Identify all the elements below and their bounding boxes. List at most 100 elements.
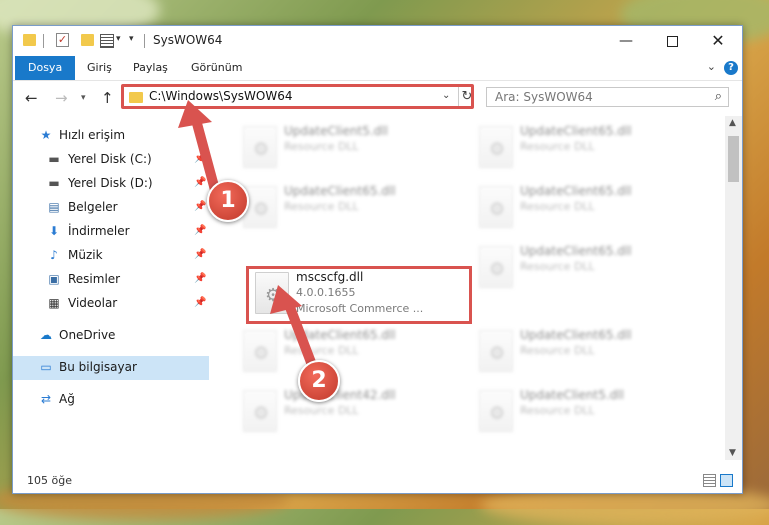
gear-icon: ⚙ — [489, 259, 506, 280]
search-icon[interactable]: ⌕ — [715, 89, 722, 104]
file-name: UpdateClient65.dll — [284, 328, 396, 342]
step-2-marker: 2 — [298, 360, 340, 402]
dropdown-arrow-icon[interactable]: ▾ — [116, 34, 121, 44]
item-count: 105 öğe — [27, 474, 72, 487]
chevron-down-icon[interactable]: ⌄ — [442, 90, 450, 101]
sidebar-item-onedrive[interactable]: ☁ OneDrive — [13, 324, 209, 348]
file-tile[interactable]: ⚙ UpdateClient5.dll Resource DLL — [238, 122, 468, 178]
pin-icon[interactable]: 📌 — [194, 273, 206, 284]
sidebar-item-label: Bu bilgisayar — [59, 360, 137, 374]
tiles-view-icon[interactable] — [720, 474, 733, 487]
address-bar[interactable]: C:\Windows\SysWOW64 ⌄ ↻ — [121, 84, 474, 109]
maximize-icon — [666, 35, 678, 47]
search-input[interactable]: Ara: SysWOW64 ⌕ — [486, 87, 729, 107]
file-tile[interactable]: ⚙ UpdateClient65.dll Resource DLL — [474, 326, 704, 382]
file-description: Resource DLL — [520, 404, 595, 417]
file-tile[interactable]: ⚙ UpdateClient65.dll Resource DLL — [474, 122, 704, 178]
sidebar-item-label: Ağ — [59, 392, 75, 406]
step-1-marker: 1 — [207, 180, 249, 222]
navigation-pane: ★ Hızlı erişim ▬ Yerel Disk (C:) 📌 ▬ Yer… — [13, 116, 209, 456]
downloads-icon: ⬇ — [48, 224, 60, 238]
file-description: Resource DLL — [284, 140, 359, 153]
scroll-up-icon[interactable]: ▲ — [729, 118, 736, 128]
pin-icon[interactable]: 📌 — [194, 177, 206, 188]
file-description: Resource DLL — [520, 260, 595, 273]
status-bar: 105 öğe — [13, 468, 742, 493]
forward-button[interactable]: → — [55, 89, 68, 107]
new-folder-icon[interactable] — [81, 34, 94, 46]
videos-icon: ▦ — [48, 296, 60, 310]
scrollbar-thumb[interactable] — [728, 136, 739, 182]
file-highlight-box — [246, 266, 472, 324]
chevron-down-icon[interactable]: ⌄ — [707, 60, 716, 73]
close-button[interactable]: ✕ — [695, 26, 741, 56]
tab-file[interactable]: Dosya — [15, 56, 76, 80]
sidebar-item-this-pc[interactable]: ▭ Bu bilgisayar — [13, 356, 209, 380]
scroll-down-icon[interactable]: ▼ — [729, 448, 736, 458]
maximize-button[interactable] — [649, 26, 695, 56]
sidebar-item-downloads[interactable]: ⬇ İndirmeler 📌 — [13, 220, 209, 244]
file-tile[interactable]: ⚙ UpdateClient65.dll Resource DLL — [238, 182, 468, 238]
details-view-icon[interactable] — [703, 474, 716, 487]
vertical-scrollbar[interactable]: ▲ ▼ — [725, 116, 742, 460]
sidebar-item-label: OneDrive — [59, 328, 116, 342]
file-name: UpdateClient65.dll — [520, 124, 632, 138]
network-icon: ⇄ — [40, 392, 52, 406]
sidebar-item-label: İndirmeler — [68, 224, 130, 238]
up-button[interactable]: ↑ — [101, 89, 114, 107]
sidebar-item-pictures[interactable]: ▣ Resimler 📌 — [13, 268, 209, 292]
tab-home[interactable]: Giriş — [75, 56, 124, 80]
file-tile[interactable]: ⚙ UpdateClient65.dll Resource DLL — [474, 242, 704, 298]
gear-icon: ⚙ — [253, 139, 270, 160]
tab-view[interactable]: Görünüm — [179, 56, 254, 80]
file-tile[interactable]: ⚙ UpdateClient65.dll Resource DLL — [238, 326, 468, 382]
gear-icon: ⚙ — [489, 403, 506, 424]
sidebar-item-quick-access[interactable]: ★ Hızlı erişim — [13, 124, 209, 148]
sidebar-item-label: Belgeler — [68, 200, 118, 214]
sidebar-item-documents[interactable]: ▤ Belgeler 📌 — [13, 196, 209, 220]
computer-icon: ▭ — [40, 360, 52, 374]
music-icon: ♪ — [50, 248, 58, 262]
address-path[interactable]: C:\Windows\SysWOW64 — [149, 89, 293, 103]
file-tile[interactable]: ⚙ UpdateClient65.dll Resource DLL — [474, 182, 704, 238]
customize-toolbar-icon[interactable]: ▾ — [129, 34, 134, 44]
pin-icon[interactable]: 📌 — [194, 249, 206, 260]
minimize-button[interactable]: — — [603, 26, 649, 56]
sidebar-item-local-disk-c[interactable]: ▬ Yerel Disk (C:) 📌 — [13, 148, 209, 172]
gear-icon: ⚙ — [489, 139, 506, 160]
dll-file-icon: ⚙ — [243, 330, 277, 372]
gear-icon: ⚙ — [253, 199, 270, 220]
pin-icon[interactable]: 📌 — [194, 153, 206, 164]
file-tile[interactable]: ⚙ UpdateClient5.dll Resource DLL — [474, 386, 704, 442]
sidebar-item-label: Yerel Disk (C:) — [68, 152, 152, 166]
sidebar-item-network[interactable]: ⇄ Ağ — [13, 388, 209, 412]
help-icon[interactable]: ? — [724, 61, 738, 75]
pin-icon[interactable]: 📌 — [194, 297, 206, 308]
divider — [43, 34, 44, 48]
file-list: ⚙ UpdateClient5.dll Resource DLL ⚙ Updat… — [210, 116, 725, 456]
sidebar-item-label: Müzik — [68, 248, 103, 262]
tab-share[interactable]: Paylaş — [121, 56, 180, 80]
file-description: Resource DLL — [284, 404, 359, 417]
recent-locations-button[interactable]: ▾ — [81, 93, 86, 103]
ribbon-tabs: Dosya Giriş Paylaş Görünüm ⌄ ? — [13, 56, 742, 81]
pin-icon[interactable]: 📌 — [194, 201, 206, 212]
properties-check-icon[interactable]: ✓ — [56, 33, 69, 47]
sidebar-item-label: Resimler — [68, 272, 121, 286]
divider — [144, 34, 145, 48]
sidebar-item-local-disk-d[interactable]: ▬ Yerel Disk (D:) 📌 — [13, 172, 209, 196]
search-placeholder: Ara: SysWOW64 — [495, 90, 593, 104]
pin-icon[interactable]: 📌 — [194, 225, 206, 236]
back-button[interactable]: ← — [25, 89, 38, 107]
rename-icon[interactable] — [100, 34, 114, 48]
dll-file-icon: ⚙ — [479, 330, 513, 372]
sidebar-item-videos[interactable]: ▦ Videolar 📌 — [13, 292, 209, 316]
pictures-icon: ▣ — [48, 272, 60, 286]
folder-icon — [23, 34, 36, 46]
refresh-button[interactable]: ↻ — [458, 87, 475, 106]
dll-file-icon: ⚙ — [479, 186, 513, 228]
sidebar-item-music[interactable]: ♪ Müzik 📌 — [13, 244, 209, 268]
folder-icon — [129, 92, 143, 103]
cloud-icon: ☁ — [40, 328, 52, 342]
file-tile[interactable]: ⚙ UpdateClient42.dll Resource DLL — [238, 386, 468, 442]
